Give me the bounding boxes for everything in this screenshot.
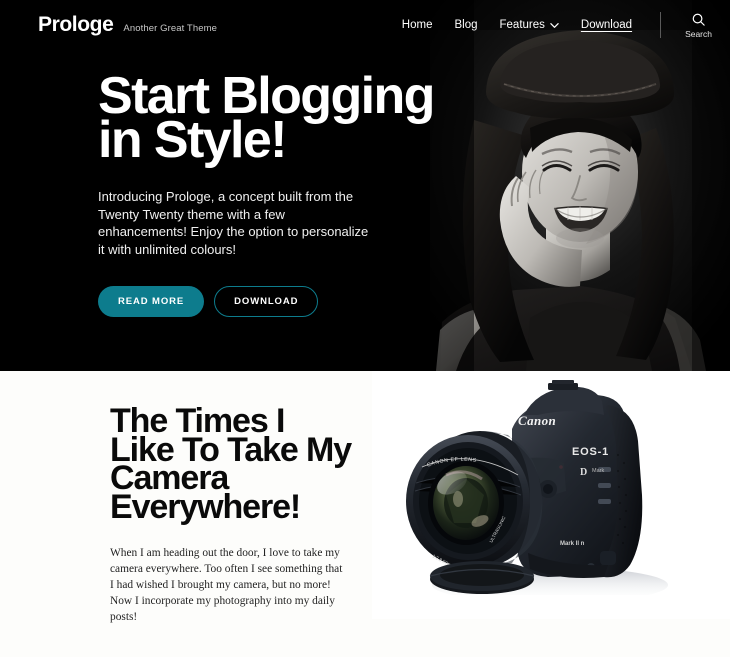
nav-item-features[interactable]: Features [500, 19, 559, 31]
feature-section: The Times I Like To Take My Camera Every… [0, 371, 730, 657]
nav-item-download[interactable]: Download [581, 19, 632, 31]
nav-divider [660, 12, 662, 38]
svg-text:D: D [580, 467, 587, 478]
brand-name: Prologe [38, 13, 114, 36]
feature-title: The Times I Like To Take My Camera Every… [110, 402, 352, 526]
nav-item-blog[interactable]: Blog [454, 19, 477, 31]
search-label: Search [685, 28, 712, 39]
camera-image: Canon EOS-1 D Mark Mark II n CANON EF LE… [372, 371, 730, 619]
hero-button-group: READ MORE DOWNLOAD [98, 286, 438, 317]
nav-item-blog-label: Blog [454, 19, 478, 31]
feature-text-block: The Times I Like To Take My Camera Every… [110, 402, 355, 625]
download-button[interactable]: DOWNLOAD [214, 286, 319, 317]
svg-text:EOS-1: EOS-1 [572, 446, 609, 458]
primary-navigation: Home Blog Features Download Search [402, 12, 712, 39]
search-icon [691, 12, 706, 27]
hero-portrait-image [430, 0, 730, 371]
nav-item-download-label: Download [580, 19, 633, 31]
feature-body: When I am heading out the door, I love t… [110, 547, 343, 623]
read-more-button[interactable]: READ MORE [98, 286, 205, 317]
hero-title: Start Blogging in Style! [98, 67, 435, 169]
hero-content: Start Blogging in Style! Introducing Pro… [98, 67, 438, 317]
nav-item-home-label: Home [401, 19, 433, 31]
hero-section: Prologe Another Great Theme Home Blog Fe… [0, 0, 730, 371]
site-header: Prologe Another Great Theme Home Blog Fe… [0, 0, 730, 50]
search-button[interactable]: Search [685, 12, 712, 39]
nav-item-features-label: Features [499, 19, 545, 31]
site-brand[interactable]: Prologe Another Great Theme [38, 13, 217, 37]
nav-item-home[interactable]: Home [402, 19, 433, 31]
svg-text:Mark II n: Mark II n [560, 541, 585, 547]
svg-text:Mark: Mark [592, 468, 604, 474]
brand-tagline: Another Great Theme [123, 23, 217, 34]
chevron-down-icon [550, 21, 559, 30]
hero-description: Introducing Prologe, a concept built fro… [98, 189, 369, 257]
svg-text:Canon: Canon [518, 413, 556, 428]
